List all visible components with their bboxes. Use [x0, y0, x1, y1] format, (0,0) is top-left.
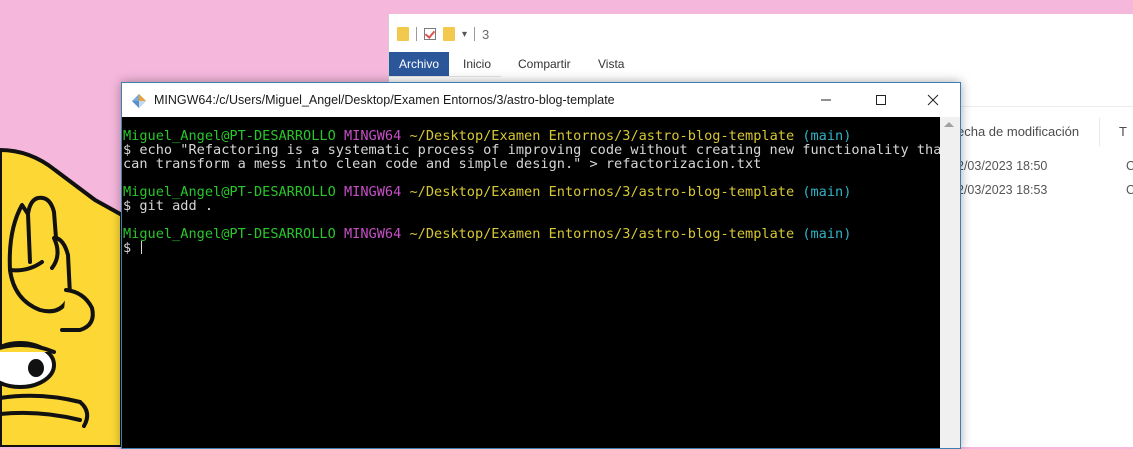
terminal-title: MINGW64:/c/Users/Miguel_Angel/Desktop/Ex… — [154, 93, 615, 107]
mingw64-terminal-window[interactable]: MINGW64:/c/Users/Miguel_Angel/Desktop/Ex… — [121, 82, 961, 449]
prompt-dollar: $ — [123, 240, 140, 256]
minimize-button[interactable] — [803, 83, 849, 117]
tab-compartir[interactable]: Compartir — [508, 52, 581, 76]
new-folder-icon[interactable] — [443, 27, 455, 41]
minimize-icon — [821, 99, 831, 101]
command-echo-line-1: $ echo "Refactoring is a systematic proc… — [123, 142, 940, 158]
tab-archivo[interactable]: Archivo — [389, 52, 450, 76]
scroll-up-arrow-icon[interactable] — [944, 122, 954, 127]
text-cursor — [141, 241, 143, 254]
prompt-branch: (main) — [802, 184, 852, 200]
terminal-output[interactable]: Miguel_Angel@PT-DESARROLLO MINGW64 ~/Des… — [122, 117, 940, 448]
command-git-add: $ git add . — [123, 198, 214, 214]
prompt-line: Miguel_Angel@PT-DESARROLLO MINGW64 ~/Des… — [123, 185, 940, 199]
properties-check-icon[interactable] — [424, 28, 436, 40]
customize-dropdown-icon[interactable]: ▾ — [462, 29, 467, 40]
prompt-path: ~/Desktop/Examen Entornos/3/astro-blog-t… — [409, 226, 795, 242]
column-header-date-modified[interactable]: echa de modificación — [957, 124, 1079, 139]
close-icon — [927, 94, 939, 106]
tab-vista[interactable]: Vista — [588, 52, 634, 76]
quick-access-toolbar: ▾ 3 — [389, 14, 1133, 52]
prompt-user-host: Miguel_Angel@PT-DESARROLLO — [123, 226, 336, 242]
git-bash-icon — [132, 94, 146, 108]
file-row-date[interactable]: 2/03/2023 18:50 — [957, 159, 1047, 173]
command-input-line[interactable]: $ — [123, 241, 940, 255]
toolbar-separator — [474, 27, 476, 41]
file-row-date[interactable]: 2/03/2023 18:53 — [957, 183, 1047, 197]
ribbon-tabs: Archivo Inicio Compartir Vista — [389, 52, 1133, 77]
terminal-scrollbar[interactable] — [940, 117, 960, 448]
window-title-counter: 3 — [482, 26, 490, 42]
prompt-system: MINGW64 — [343, 184, 402, 200]
folder-icon[interactable] — [397, 27, 409, 41]
prompt-line: Miguel_Angel@PT-DESARROLLO MINGW64 ~/Des… — [123, 227, 940, 241]
prompt-path: ~/Desktop/Examen Entornos/3/astro-blog-t… — [409, 184, 795, 200]
command-echo-line-2: can transform a mess into clean code and… — [123, 156, 762, 172]
maximize-button[interactable] — [858, 83, 904, 117]
close-button[interactable] — [910, 83, 956, 117]
column-divider[interactable] — [1099, 118, 1100, 146]
column-header-type[interactable]: T — [1119, 124, 1127, 139]
file-row-type[interactable]: C — [1126, 159, 1133, 173]
tab-inicio[interactable]: Inicio — [453, 52, 501, 76]
file-row-type[interactable]: C — [1126, 183, 1133, 197]
prompt-system: MINGW64 — [343, 226, 402, 242]
terminal-title-bar[interactable]: MINGW64:/c/Users/Miguel_Angel/Desktop/Ex… — [122, 83, 960, 117]
toolbar-separator — [416, 27, 417, 41]
prompt-branch: (main) — [802, 226, 852, 242]
maximize-icon — [876, 95, 886, 105]
prompt-line: Miguel_Angel@PT-DESARROLLO MINGW64 ~/Des… — [123, 129, 940, 143]
